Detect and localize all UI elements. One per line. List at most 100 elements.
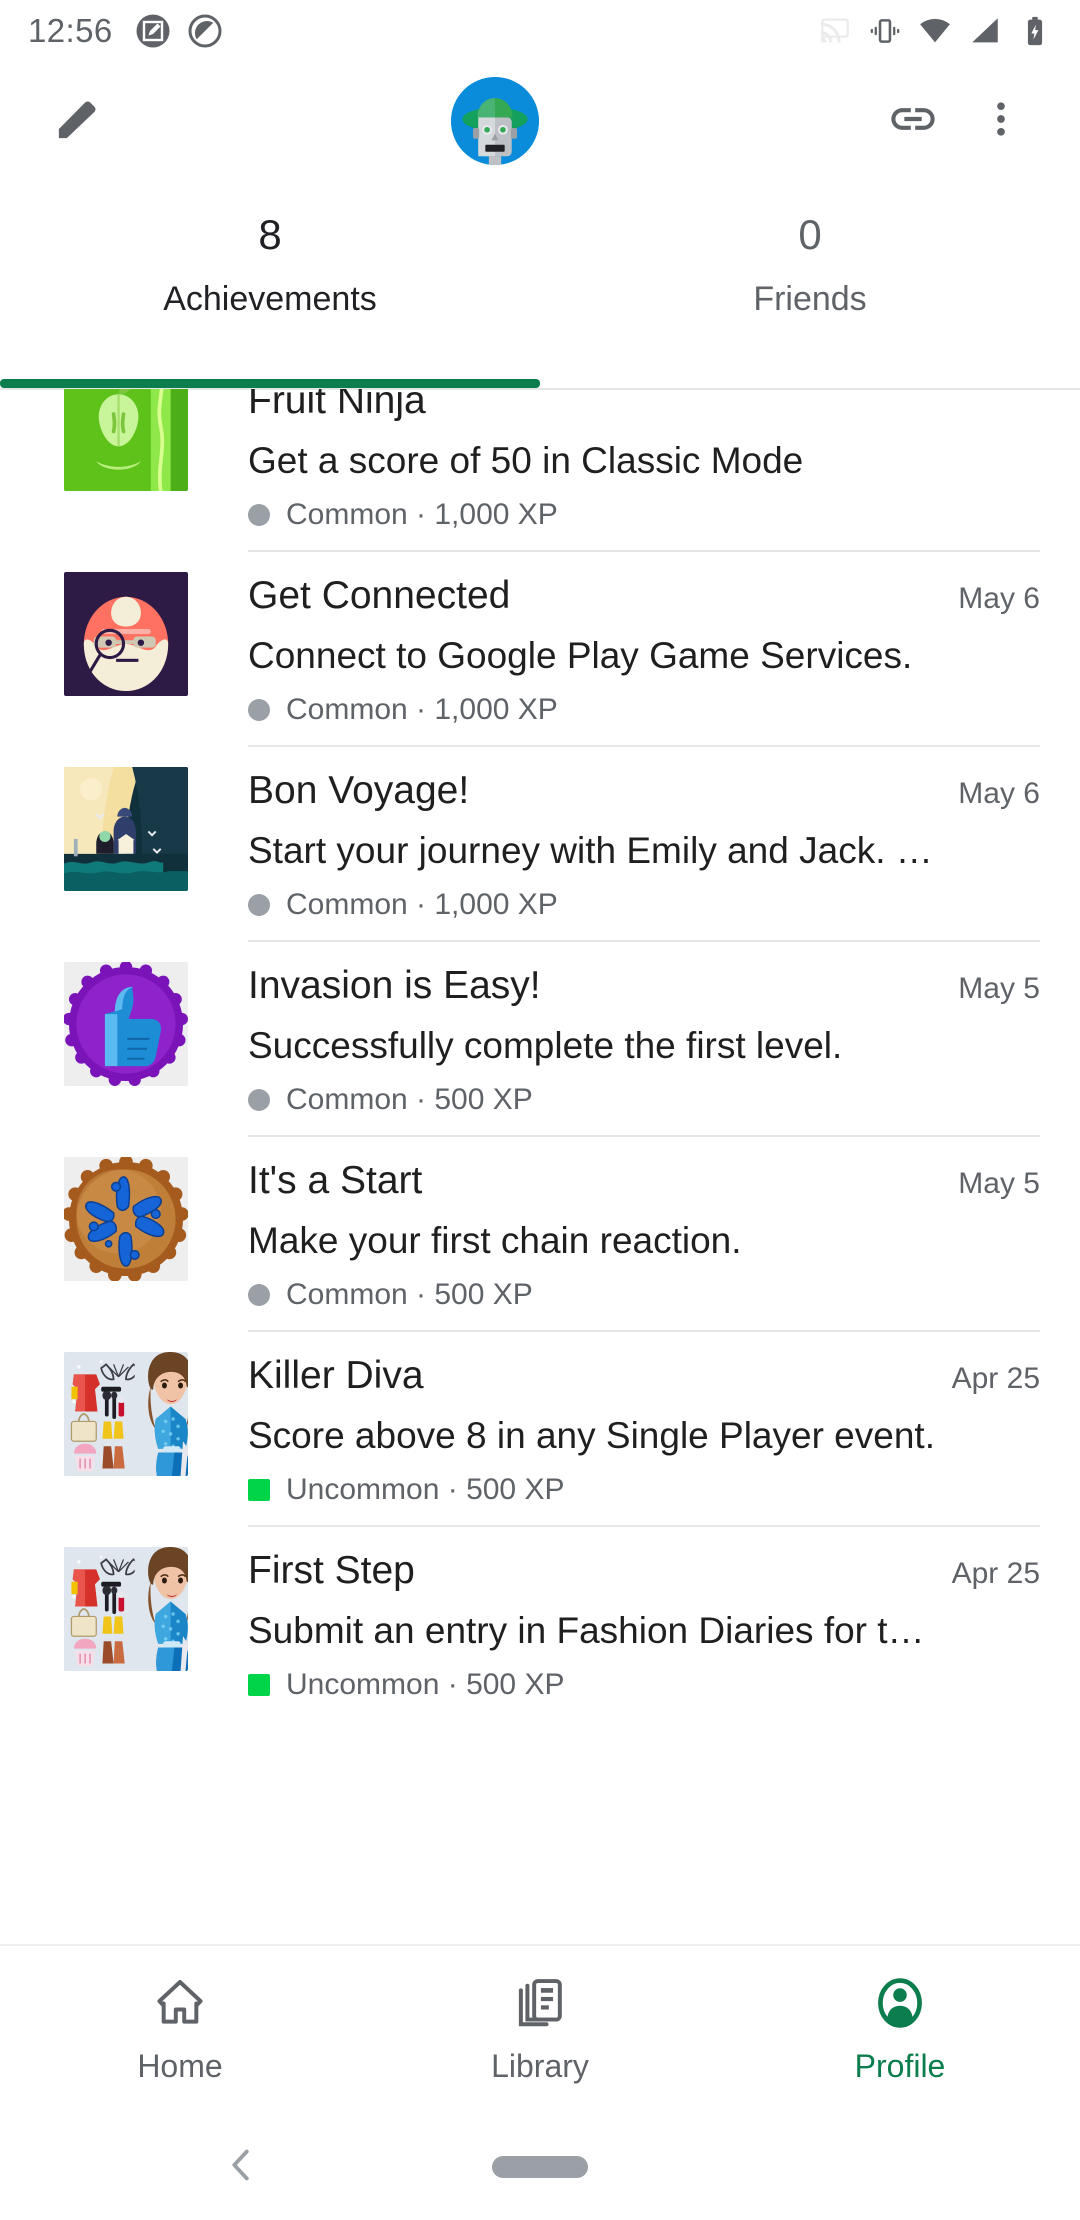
- tab-achievements[interactable]: 8 Achievements: [0, 180, 540, 388]
- profile-tabs: 8 Achievements 0 Friends: [0, 180, 1080, 388]
- detective-icon: [64, 572, 188, 696]
- vibrate-icon: [868, 14, 902, 48]
- battery-charging-icon: [1018, 14, 1052, 48]
- achievement-meta: Uncommon · 500 XP: [248, 1473, 1040, 1507]
- achievement-header: Fruit Ninja: [248, 389, 1040, 426]
- avatar[interactable]: [451, 77, 539, 165]
- achievement-thumbnail: [64, 1547, 188, 1671]
- tab-achievements-label: Achievements: [163, 280, 377, 319]
- achievement-description: Connect to Google Play Game Services.: [248, 634, 913, 676]
- rarity-badge-common: [248, 894, 270, 916]
- achievement-date: Apr 25: [951, 1557, 1040, 1590]
- list-item[interactable]: Invasion is Easy! May 5 Successfully com…: [0, 940, 1080, 1135]
- rarity-badge-common: [248, 1089, 270, 1111]
- more-vert-icon: [979, 97, 1023, 146]
- achievement-date: May 6: [958, 582, 1040, 615]
- achievement-header: Get Connected May 6: [248, 572, 1040, 621]
- tab-friends-count: 0: [798, 211, 822, 258]
- signal-icon: [968, 14, 1002, 48]
- achievement-description: Start your journey with Emily and Jack. …: [248, 829, 933, 871]
- achievement-rarity-xp: Uncommon · 500 XP: [286, 1473, 565, 1506]
- rarity-badge-common: [248, 699, 270, 721]
- tab-achievements-count: 8: [258, 211, 282, 258]
- achievement-rarity-xp: Common · 500 XP: [286, 1083, 533, 1116]
- achievement-thumbnail: [64, 1352, 188, 1476]
- achievement-body: Bon Voyage! May 6 Start your journey wit…: [248, 745, 1040, 940]
- achievement-description: Submit an entry in Fashion Diaries for t…: [248, 1609, 925, 1651]
- back-chevron-icon[interactable]: [218, 2142, 264, 2193]
- rarity-badge-uncommon: [248, 1479, 270, 1501]
- home-pill[interactable]: [492, 2156, 588, 2178]
- achievement-thumbnail: [64, 1157, 188, 1281]
- achievement-title: Bon Voyage!: [248, 769, 470, 812]
- achievement-rarity-xp: Common · 1,000 XP: [286, 888, 558, 921]
- cast-icon: [818, 14, 852, 48]
- tab-friends-label: Friends: [753, 280, 867, 319]
- list-item[interactable]: Get Connected May 6 Connect to Google Pl…: [0, 550, 1080, 745]
- achievements-list[interactable]: Fruit Ninja Get a score of 50 in Classic…: [0, 389, 1080, 1944]
- list-item[interactable]: First Step Apr 25 Submit an entry in Fas…: [0, 1525, 1080, 1720]
- dnd-icon: [187, 13, 223, 49]
- nav-item-library[interactable]: Library: [360, 1946, 720, 2114]
- fashion-diva-icon: [64, 1352, 188, 1476]
- achievement-description: Get a score of 50 in Classic Mode: [248, 439, 804, 481]
- achievement-date: May 5: [958, 1167, 1040, 1200]
- achievement-body: It's a Start May 5 Make your first chain…: [248, 1135, 1040, 1330]
- status-bar-left-icons: [135, 13, 223, 49]
- profile-screen: 12:56 8 Achievements 0 Friends Fruit Nin…: [0, 0, 1080, 2220]
- achievement-body: First Step Apr 25 Submit an entry in Fas…: [248, 1525, 1040, 1720]
- achievement-body: Fruit Ninja Get a score of 50 in Classic…: [248, 389, 1040, 550]
- nav-item-home[interactable]: Home: [0, 1946, 360, 2114]
- status-bar-right-icons: [818, 14, 1052, 48]
- seaside-icon: [64, 767, 188, 891]
- achievement-thumbnail: [64, 962, 188, 1086]
- achievement-meta: Common · 500 XP: [248, 1083, 1040, 1117]
- achievement-title: First Step: [248, 1549, 415, 1592]
- achievement-description: Make your first chain reaction.: [248, 1219, 742, 1261]
- list-item[interactable]: Killer Diva Apr 25 Score above 8 in any …: [0, 1330, 1080, 1525]
- achievement-thumbnail: [64, 389, 188, 491]
- achievement-meta: Common · 1,000 XP: [248, 888, 1040, 922]
- achievement-header: Invasion is Easy! May 5: [248, 962, 1040, 1011]
- list-item[interactable]: Fruit Ninja Get a score of 50 in Classic…: [0, 389, 1080, 550]
- achievement-thumbnail: [64, 767, 188, 891]
- achievement-rarity-xp: Uncommon · 500 XP: [286, 1668, 565, 1701]
- app-bar: [0, 62, 1080, 180]
- achievement-meta: Common · 500 XP: [248, 1278, 1040, 1312]
- share-link-button[interactable]: [880, 88, 946, 154]
- achievement-title: Invasion is Easy!: [248, 964, 541, 1007]
- bottom-navigation: Home Library Profile: [0, 1944, 1080, 2114]
- system-gesture-bar: [0, 2114, 1080, 2220]
- achievement-title: It's a Start: [248, 1159, 423, 1202]
- achievement-rarity-xp: Common · 1,000 XP: [286, 498, 558, 531]
- achievement-date: May 6: [958, 777, 1040, 810]
- achievement-title: Fruit Ninja: [248, 389, 426, 422]
- achievement-thumbnail: [64, 572, 188, 696]
- nav-item-profile[interactable]: Profile: [720, 1946, 1080, 2114]
- status-bar: 12:56: [0, 0, 1080, 62]
- status-bar-clock: 12:56: [28, 12, 113, 49]
- achievement-description: Successfully complete the first level.: [248, 1024, 843, 1066]
- nav-item-home-label: Home: [137, 2048, 223, 2084]
- bronze-burst-icon: [64, 1157, 188, 1281]
- tab-friends[interactable]: 0 Friends: [540, 180, 1080, 388]
- rarity-badge-uncommon: [248, 1674, 270, 1696]
- nav-item-profile-label: Profile: [854, 2048, 946, 2084]
- overflow-menu-button[interactable]: [968, 88, 1034, 154]
- achievement-header: First Step Apr 25: [248, 1547, 1040, 1596]
- tab-indicator: [0, 379, 540, 388]
- achievement-body: Killer Diva Apr 25 Score above 8 in any …: [248, 1330, 1040, 1525]
- achievement-meta: Uncommon · 500 XP: [248, 1668, 1040, 1702]
- list-item[interactable]: Bon Voyage! May 6 Start your journey wit…: [0, 745, 1080, 940]
- screenshot-edit-icon: [135, 13, 171, 49]
- pencil-icon: [50, 91, 106, 152]
- achievement-meta: Common · 1,000 XP: [248, 498, 1040, 532]
- rarity-badge-common: [248, 1284, 270, 1306]
- achievement-title: Killer Diva: [248, 1354, 424, 1397]
- list-item[interactable]: It's a Start May 5 Make your first chain…: [0, 1135, 1080, 1330]
- nav-item-library-label: Library: [491, 2048, 589, 2084]
- robot-avatar-art: [451, 77, 539, 165]
- edit-profile-button[interactable]: [46, 89, 110, 153]
- achievement-meta: Common · 1,000 XP: [248, 693, 1040, 727]
- achievement-header: Killer Diva Apr 25: [248, 1352, 1040, 1401]
